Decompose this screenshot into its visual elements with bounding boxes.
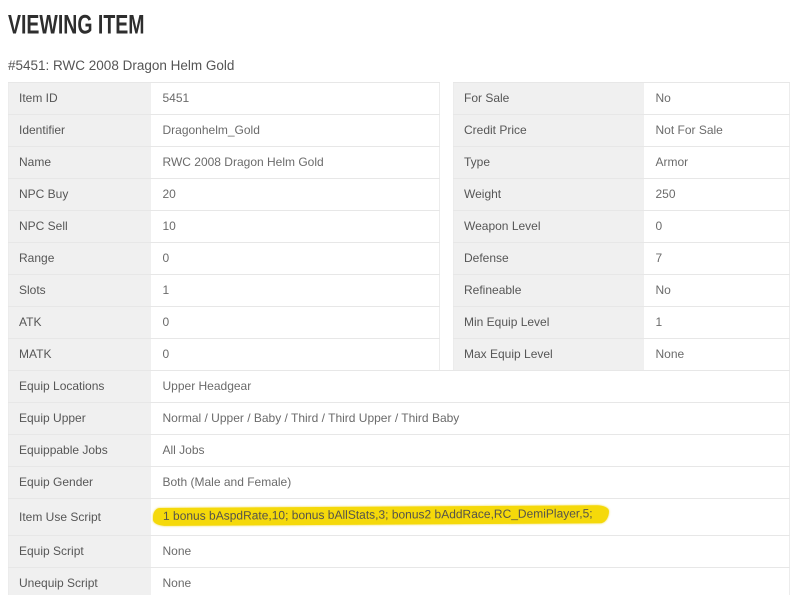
field-value: None xyxy=(151,536,790,568)
field-label: Equip Locations xyxy=(9,371,151,403)
field-value: 20 xyxy=(151,179,440,211)
field-label: Unequip Script xyxy=(9,568,151,595)
row-range: Range 0 xyxy=(9,243,440,275)
field-value: Dragonhelm_Gold xyxy=(151,115,440,147)
field-label: MATK xyxy=(9,339,151,371)
field-label: ATK xyxy=(9,307,151,339)
field-label: Credit Price xyxy=(454,115,644,147)
row-weapon-level: Weapon Level 0 xyxy=(454,211,790,243)
item-equip-table: Equip Locations Upper Headgear Equip Upp… xyxy=(8,370,790,595)
row-defense: Defense 7 xyxy=(454,243,790,275)
field-label: Equip Script xyxy=(9,536,151,568)
row-atk: ATK 0 xyxy=(9,307,440,339)
field-value: Upper Headgear xyxy=(151,371,790,403)
row-npc-sell: NPC Sell 10 xyxy=(9,211,440,243)
item-subtitle: #5451: RWC 2008 Dragon Helm Gold xyxy=(8,58,792,73)
field-label: Type xyxy=(454,147,644,179)
field-value: No xyxy=(644,275,790,307)
field-value: None xyxy=(644,339,790,371)
field-value: 1 xyxy=(644,307,790,339)
field-label: Identifier xyxy=(9,115,151,147)
field-label: Weight xyxy=(454,179,644,211)
row-equip-gender: Equip Gender Both (Male and Female) xyxy=(9,467,790,499)
field-value: 0 xyxy=(644,211,790,243)
row-min-equip-level: Min Equip Level 1 xyxy=(454,307,790,339)
row-credit-price: Credit Price Not For Sale xyxy=(454,115,790,147)
row-equip-locations: Equip Locations Upper Headgear xyxy=(9,371,790,403)
field-value: 1 bonus bAspdRate,10; bonus bAllStats,3;… xyxy=(151,499,790,536)
row-equippable-jobs: Equippable Jobs All Jobs xyxy=(9,435,790,467)
field-label: Equip Upper xyxy=(9,403,151,435)
row-weight: Weight 250 xyxy=(454,179,790,211)
field-label: Equip Gender xyxy=(9,467,151,499)
field-value: 1 xyxy=(151,275,440,307)
field-value: Normal / Upper / Baby / Third / Third Up… xyxy=(151,403,790,435)
field-label: Refineable xyxy=(454,275,644,307)
field-label: Item Use Script xyxy=(9,499,151,536)
field-label: Defense xyxy=(454,243,644,275)
field-label: Max Equip Level xyxy=(454,339,644,371)
field-value: None xyxy=(151,568,790,595)
row-identifier: Identifier Dragonhelm_Gold xyxy=(9,115,440,147)
field-label: Min Equip Level xyxy=(454,307,644,339)
row-unequip-script: Unequip Script None xyxy=(9,568,790,595)
page-title: VIEWING ITEM xyxy=(8,10,145,41)
field-value: RWC 2008 Dragon Helm Gold xyxy=(151,147,440,179)
field-label: Slots xyxy=(9,275,151,307)
field-value: 5451 xyxy=(151,83,440,115)
row-type: Type Armor xyxy=(454,147,790,179)
item-detail-top-section: Item ID 5451 Identifier Dragonhelm_Gold … xyxy=(8,82,792,371)
field-value: Not For Sale xyxy=(644,115,790,147)
field-value: 250 xyxy=(644,179,790,211)
item-view-page: VIEWING ITEM #5451: RWC 2008 Dragon Helm… xyxy=(0,0,800,595)
field-value: 0 xyxy=(151,243,440,275)
field-label: NPC Sell xyxy=(9,211,151,243)
row-equip-script: Equip Script None xyxy=(9,536,790,568)
item-properties-table: For Sale No Credit Price Not For Sale Ty… xyxy=(453,82,790,371)
field-label: Range xyxy=(9,243,151,275)
field-label: Equippable Jobs xyxy=(9,435,151,467)
row-npc-buy: NPC Buy 20 xyxy=(9,179,440,211)
field-label: Weapon Level xyxy=(454,211,644,243)
field-label: NPC Buy xyxy=(9,179,151,211)
field-value: 0 xyxy=(151,339,440,371)
field-value: 10 xyxy=(151,211,440,243)
row-matk: MATK 0 xyxy=(9,339,440,371)
row-item-use-script: Item Use Script 1 bonus bAspdRate,10; bo… xyxy=(9,499,790,536)
field-label: Item ID xyxy=(9,83,151,115)
yellow-highlight-annotation: 1 bonus bAspdRate,10; bonus bAllStats,3;… xyxy=(152,505,608,526)
item-use-script-text: 1 bonus bAspdRate,10; bonus bAllStats,3;… xyxy=(162,506,592,523)
field-label: Name xyxy=(9,147,151,179)
field-value: No xyxy=(644,83,790,115)
field-value: Both (Male and Female) xyxy=(151,467,790,499)
row-name: Name RWC 2008 Dragon Helm Gold xyxy=(9,147,440,179)
field-label: For Sale xyxy=(454,83,644,115)
row-for-sale: For Sale No xyxy=(454,83,790,115)
field-value: All Jobs xyxy=(151,435,790,467)
field-value: 7 xyxy=(644,243,790,275)
row-item-id: Item ID 5451 xyxy=(9,83,440,115)
field-value: 0 xyxy=(151,307,440,339)
row-equip-upper: Equip Upper Normal / Upper / Baby / Thir… xyxy=(9,403,790,435)
row-slots: Slots 1 xyxy=(9,275,440,307)
field-value: Armor xyxy=(644,147,790,179)
row-refineable: Refineable No xyxy=(454,275,790,307)
item-stats-table: Item ID 5451 Identifier Dragonhelm_Gold … xyxy=(8,82,440,371)
row-max-equip-level: Max Equip Level None xyxy=(454,339,790,371)
